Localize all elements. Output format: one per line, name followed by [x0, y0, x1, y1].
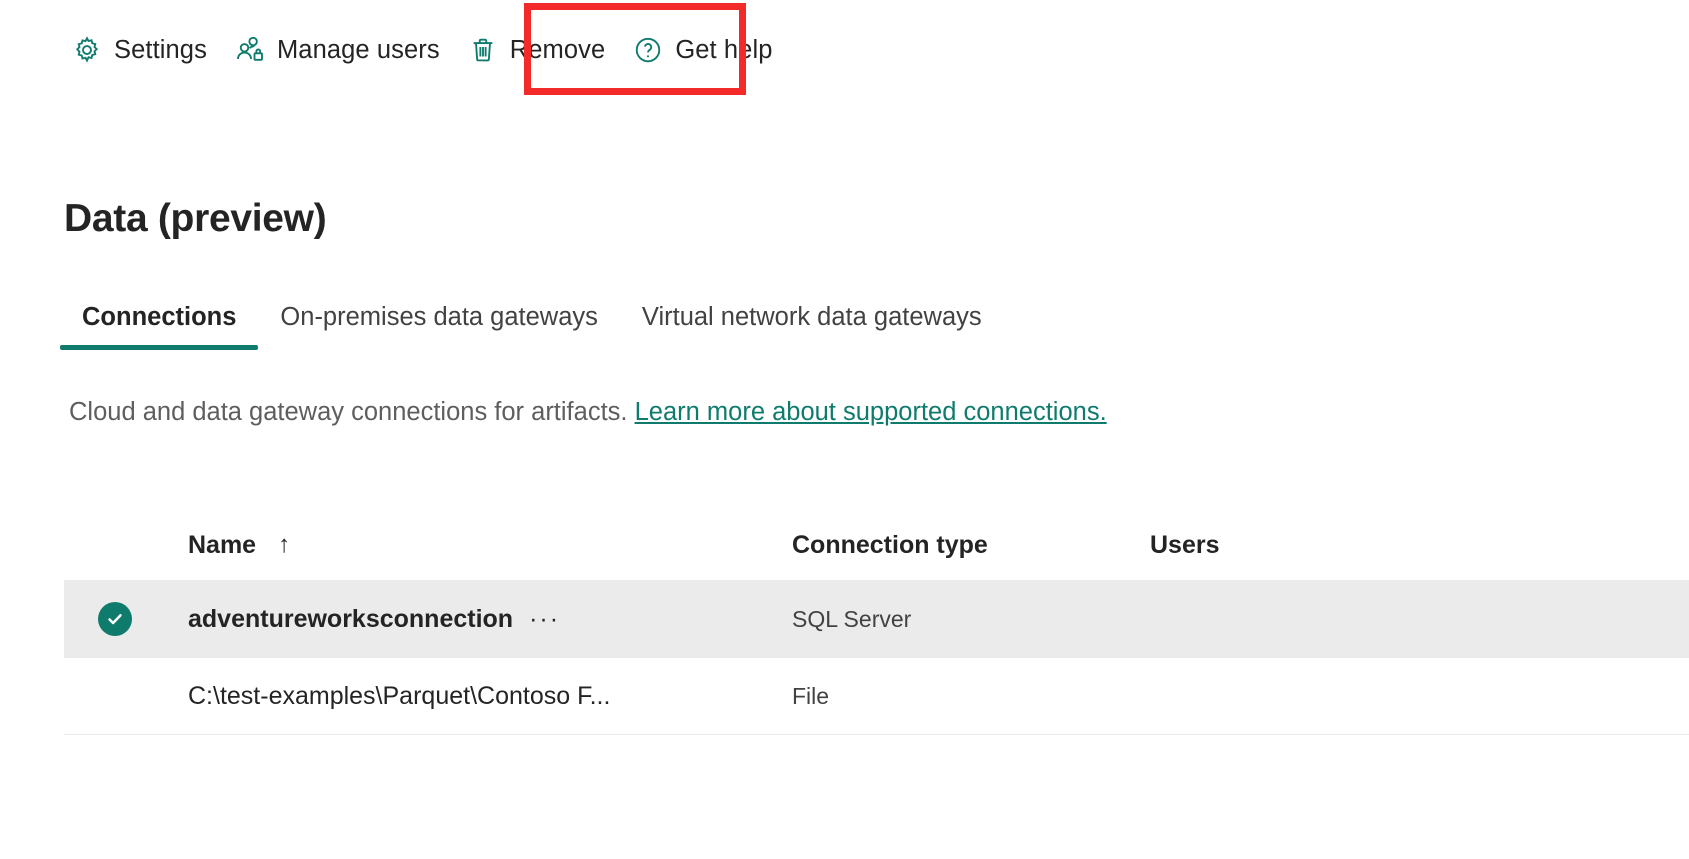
row-connection-type-cell: File	[792, 683, 1150, 710]
table-header-row: Name ↑ Connection type Users	[64, 510, 1689, 581]
sort-ascending-icon: ↑	[278, 531, 290, 559]
header-users-label: Users	[1150, 531, 1220, 559]
header-name-cell[interactable]: Name ↑	[188, 531, 792, 560]
connection-type: File	[792, 683, 829, 709]
remove-button[interactable]: Remove	[454, 22, 620, 78]
header-users-cell[interactable]: Users	[1150, 531, 1450, 560]
header-connection-type-label: Connection type	[792, 531, 988, 559]
tab-list: Connections On-premises data gateways Vi…	[60, 303, 1004, 350]
tab-virtual-network-data-gateways-label: Virtual network data gateways	[642, 303, 982, 331]
learn-more-link[interactable]: Learn more about supported connections.	[635, 398, 1107, 426]
connection-type: SQL Server	[792, 606, 911, 632]
settings-button[interactable]: Settings	[58, 22, 221, 78]
row-name-cell: C:\test-examples\Parquet\Contoso F...	[188, 682, 792, 711]
manage-users-button[interactable]: Manage users	[221, 22, 454, 78]
row-select-cell[interactable]	[64, 602, 188, 636]
tab-on-premises-data-gateways[interactable]: On-premises data gateways	[258, 303, 619, 350]
command-bar: Settings Manage users Remove	[0, 0, 1689, 100]
row-connection-type-cell: SQL Server	[792, 606, 1150, 633]
more-options-icon[interactable]: ···	[529, 605, 560, 634]
gear-icon	[72, 35, 102, 65]
description-text: Cloud and data gateway connections for a…	[69, 398, 635, 426]
description: Cloud and data gateway connections for a…	[69, 398, 1107, 427]
connections-table: Name ↑ Connection type Users adventurewo…	[64, 510, 1689, 735]
header-name-label: Name	[188, 531, 256, 560]
settings-label: Settings	[114, 36, 207, 65]
tab-on-premises-data-gateways-label: On-premises data gateways	[280, 303, 597, 331]
checkmark-icon[interactable]	[98, 602, 132, 636]
get-help-label: Get help	[675, 36, 772, 65]
tab-connections[interactable]: Connections	[60, 303, 258, 350]
connection-name: C:\test-examples\Parquet\Contoso F...	[188, 682, 610, 711]
page-title: Data (preview)	[64, 197, 326, 241]
table-row[interactable]: adventureworksconnection ··· SQL Server	[64, 581, 1689, 658]
tab-connections-label: Connections	[82, 303, 236, 331]
header-connection-type-cell[interactable]: Connection type	[792, 531, 1150, 560]
help-circle-icon	[633, 35, 663, 65]
tab-virtual-network-data-gateways[interactable]: Virtual network data gateways	[620, 303, 1004, 350]
manage-users-icon	[235, 35, 265, 65]
manage-users-label: Manage users	[277, 36, 440, 65]
remove-label: Remove	[510, 36, 606, 65]
get-help-button[interactable]: Get help	[619, 22, 786, 78]
trash-icon	[468, 35, 498, 65]
connection-name: adventureworksconnection	[188, 605, 513, 634]
row-name-cell: adventureworksconnection ···	[188, 605, 792, 634]
table-row[interactable]: C:\test-examples\Parquet\Contoso F... Fi…	[64, 658, 1689, 735]
